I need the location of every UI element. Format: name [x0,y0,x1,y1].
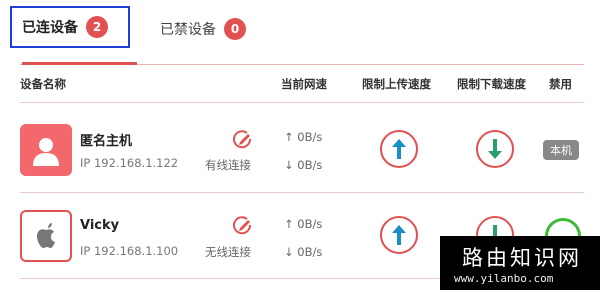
upload-speed: ↑ 0B/s [284,130,323,144]
row-divider [20,192,584,193]
arrow-down-icon [488,139,502,159]
this-device-badge: 本机 [543,140,579,160]
header-current-speed: 当前网速 [281,77,327,91]
limit-download-button[interactable] [476,130,514,168]
edit-icon[interactable] [232,216,252,236]
header-device-name: 设备名称 [20,77,66,91]
tab-connected-devices[interactable]: 已连设备 2 [10,6,130,48]
count-badge: 0 [224,18,246,40]
table-row: 匿名主机 IP 192.168.1.122 有线连接 ↑ 0B/s ↓ 0B/s… [0,110,600,192]
table-header: 设备名称 当前网速 限制上传速度 限制下载速度 禁用 [0,76,600,96]
header-limit-upload: 限制上传速度 [362,77,431,91]
person-icon [20,124,72,176]
header-limit-download: 限制下载速度 [457,77,526,91]
device-name: 匿名主机 [80,134,133,149]
device-ip: IP 192.168.1.100 [80,244,179,258]
limit-upload-button[interactable] [380,216,418,254]
tab-label: 已禁设备 [160,22,216,38]
device-name: Vicky [80,218,120,233]
count-badge: 2 [86,16,108,38]
watermark-url: www.yilanbo.com [454,272,554,285]
connection-type: 有线连接 [205,158,251,172]
download-speed: ↓ 0B/s [284,158,323,172]
connection-type: 无线连接 [205,245,251,259]
edit-icon[interactable] [232,130,252,150]
watermark-title: 路由知识网 [462,246,582,270]
device-ip: IP 192.168.1.122 [80,156,179,170]
header-ban: 禁用 [549,77,572,91]
watermark-logo: 路由知识网 www.yilanbo.com [440,236,600,290]
limit-upload-button[interactable] [380,130,418,168]
upload-speed: ↑ 0B/s [284,217,323,231]
active-tab-indicator [22,62,137,65]
header-divider [20,102,584,103]
apple-icon [20,210,72,262]
arrow-up-icon [392,225,406,245]
tab-label: 已连设备 [22,20,78,36]
device-tabs: 已连设备 2 已禁设备 0 [0,0,600,65]
download-speed: ↓ 0B/s [284,245,323,259]
arrow-up-icon [392,139,406,159]
tab-banned-devices[interactable]: 已禁设备 0 [160,12,246,46]
